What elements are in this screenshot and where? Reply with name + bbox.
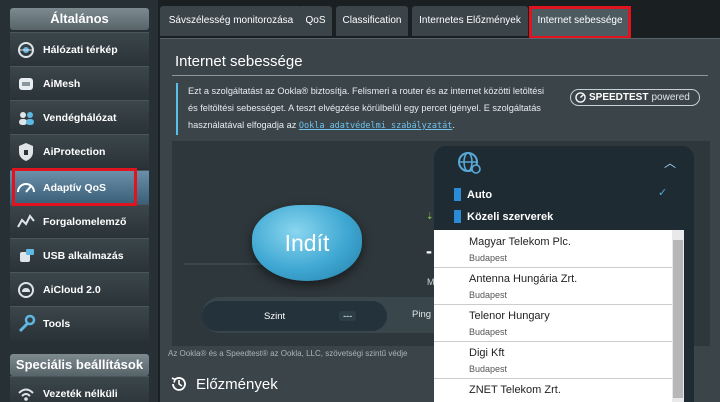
shield-icon — [15, 141, 37, 163]
usb-icon — [15, 245, 37, 267]
speedtest-brand: SPEEDTEST — [589, 92, 649, 103]
download-icon: ⇣ — [426, 211, 434, 221]
globe-icon — [456, 150, 482, 181]
guest-network-icon — [15, 107, 37, 129]
tab-web-history[interactable]: Internetes Előzmények — [412, 6, 528, 36]
server-city: Budapest — [469, 327, 508, 337]
wireless-icon — [15, 383, 37, 402]
level-selector[interactable]: Szint --- — [202, 301, 387, 331]
server-item[interactable]: Digi Kft Budapest — [469, 347, 669, 374]
sidebar-item-label: Forgalomelemző — [43, 215, 127, 228]
check-icon: ✓ — [658, 187, 668, 199]
sidebar-item-label: AiProtection — [43, 145, 106, 158]
traffic-analyzer-icon — [15, 211, 37, 233]
list-divider — [434, 378, 672, 379]
server-item[interactable]: ZNET Telekom Zrt. — [469, 384, 669, 401]
sidebar-item-traffic-analyzer[interactable]: Forgalomelemző — [10, 204, 149, 238]
list-divider — [434, 304, 672, 305]
history-section-header: Előzmények — [170, 375, 278, 393]
sidebar-item-network-map[interactable]: Hálózati térkép — [10, 32, 149, 66]
description-suffix: . — [452, 120, 455, 130]
sidebar-item-label: AiMesh — [43, 77, 81, 90]
server-item[interactable]: Magyar Telekom Plc. Budapest — [469, 236, 669, 263]
history-icon — [171, 377, 186, 391]
option-marker — [454, 210, 461, 223]
server-item[interactable]: Telenor Hungary Budapest — [469, 310, 669, 337]
scrollbar-thumb[interactable] — [673, 240, 683, 398]
page-title: Internet sebessége — [175, 53, 303, 70]
cloud-icon — [15, 279, 37, 301]
sidebar-item-label: Tools — [43, 317, 71, 330]
highlight-box-internet-speed-tab — [529, 6, 631, 39]
server-option-auto[interactable]: Auto — [454, 188, 492, 201]
level-value: --- — [339, 311, 357, 321]
history-title: Előzmények — [196, 375, 278, 393]
speedtest-logo: SPEEDTEST powered — [570, 89, 700, 106]
server-city: Budapest — [469, 364, 508, 374]
sidebar-item-label: Hálózati térkép — [43, 43, 118, 56]
server-list-scrollbar[interactable] — [672, 230, 684, 402]
start-test-button[interactable]: Indít — [252, 205, 362, 281]
sidebar-item-usb-application[interactable]: USB alkalmazás — [10, 238, 149, 272]
title-divider — [172, 75, 708, 76]
speed-value: - — [426, 241, 432, 261]
sidebar-item-aimesh[interactable]: AiMesh — [10, 66, 149, 100]
privacy-policy-link[interactable]: Ookla adatvédelmi szabályzatát — [299, 121, 453, 131]
tab-bandwidth-monitor[interactable]: Sávszélesség monitorozása — [160, 6, 302, 36]
sidebar-item-wireless[interactable]: Vezeték nélküli — [10, 376, 149, 402]
service-description: Ezt a szolgáltatást az Ookla® biztosítja… — [176, 83, 556, 135]
sidebar-item-aiprotection[interactable]: AiProtection — [10, 134, 149, 168]
sidebar-item-label: AiCloud 2.0 — [43, 283, 101, 296]
advanced-settings-header: Speciális beállítások — [10, 354, 149, 376]
speedtest-powered: powered — [651, 92, 690, 103]
ping-label: Ping — [412, 309, 432, 320]
server-list[interactable]: Magyar Telekom Plc. Budapest Antenna Hun… — [434, 230, 672, 402]
network-map-icon — [15, 39, 37, 61]
server-name: Antenna Hungária Zrt. — [469, 273, 578, 285]
speedtest-gauge-icon — [575, 92, 586, 103]
tab-qos[interactable]: QoS — [299, 6, 332, 36]
trademark-note: Az Ookla® és a Speedtest® az Ookla, LLC,… — [168, 349, 408, 358]
tab-classification[interactable]: Classification — [336, 6, 408, 36]
chevron-up-icon[interactable]: ︿ — [664, 154, 676, 171]
option-marker — [454, 188, 461, 201]
list-divider — [434, 341, 672, 342]
nearby-servers-header: Közeli szerverek — [454, 210, 553, 223]
sidebar-item-tools[interactable]: Tools — [10, 306, 149, 340]
server-name: Telenor Hungary — [469, 310, 550, 322]
server-name: ZNET Telekom Zrt. — [469, 384, 561, 396]
general-section-header: Általános — [10, 8, 149, 30]
sidebar-item-guest-network[interactable]: Vendéghálózat — [10, 100, 149, 134]
sidebar-item-label: Vezeték nélküli — [43, 387, 118, 400]
server-dropdown[interactable]: ︿ Auto ✓ Közeli szerverek Magyar Telekom… — [434, 146, 694, 402]
level-label: Szint — [264, 310, 286, 322]
list-divider — [434, 267, 672, 268]
server-city: Budapest — [469, 290, 508, 300]
highlight-box-adaptive-qos — [12, 168, 137, 206]
server-item[interactable]: Antenna Hungária Zrt. Budapest — [469, 273, 669, 300]
auto-label: Auto — [467, 188, 493, 201]
aimesh-icon — [15, 73, 37, 95]
wrench-icon — [15, 313, 37, 335]
sidebar-item-label: USB alkalmazás — [43, 249, 124, 262]
server-city: Budapest — [469, 253, 508, 263]
sidebar-item-aicloud[interactable]: AiCloud 2.0 — [10, 272, 149, 306]
nearby-label: Közeli szerverek — [467, 210, 554, 223]
server-name: Magyar Telekom Plc. — [469, 236, 571, 248]
sidebar-item-label: Vendéghálózat — [43, 111, 117, 124]
server-name: Digi Kft — [469, 347, 505, 359]
